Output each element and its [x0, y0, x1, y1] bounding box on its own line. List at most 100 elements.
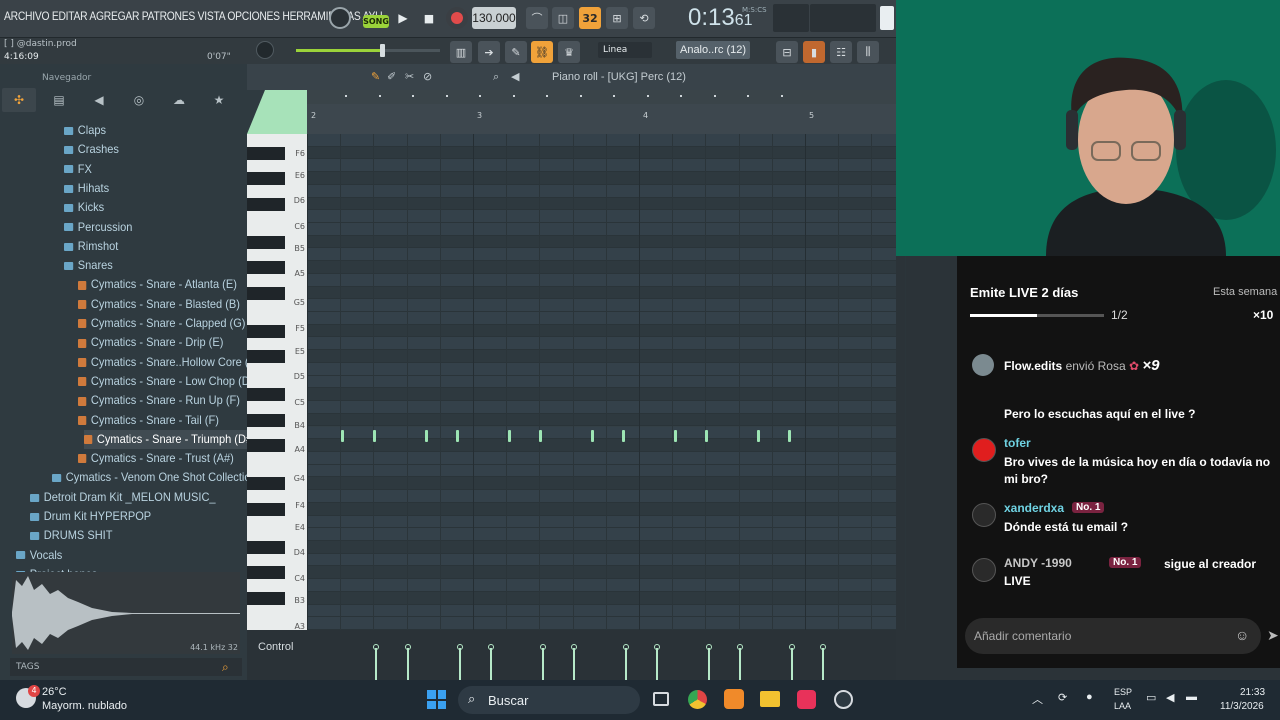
velocity-bar[interactable]	[656, 648, 658, 680]
black-key[interactable]	[247, 591, 285, 605]
midi-note[interactable]	[456, 430, 459, 442]
velocity-bar[interactable]	[490, 648, 492, 680]
master-volume-knob[interactable]	[256, 41, 274, 59]
windows-start-icon[interactable]	[427, 690, 446, 709]
midi-note[interactable]	[425, 430, 428, 442]
midi-note[interactable]	[674, 430, 677, 442]
black-key[interactable]	[247, 197, 285, 211]
browser-folder[interactable]: Drum Kit HYPERPOP	[30, 507, 151, 526]
metronome-icon[interactable]: ⌒	[526, 7, 548, 29]
browser-folder[interactable]: Kicks	[64, 198, 104, 217]
browser-sample[interactable]: Cymatics - Snare - Trust (A#)	[78, 449, 234, 468]
browser-folder[interactable]: Hihats	[64, 179, 109, 198]
volume-icon[interactable]: ◀	[1166, 691, 1174, 704]
black-key[interactable]	[247, 146, 285, 160]
velocity-bar[interactable]	[542, 648, 544, 680]
network-icon[interactable]: ▭	[1146, 691, 1156, 704]
black-key[interactable]	[247, 286, 285, 300]
sounds-tab-icon[interactable]: ◎	[122, 88, 156, 112]
velocity-handle[interactable]	[820, 644, 826, 650]
project-tab-icon[interactable]: ▤	[42, 88, 76, 112]
velocity-handle[interactable]	[623, 644, 629, 650]
paint-tool-icon[interactable]: ✐	[387, 70, 396, 83]
battery-icon[interactable]: ▬	[1186, 691, 1197, 703]
clock-time[interactable]: 21:33	[1240, 687, 1265, 698]
chat-avatar[interactable]	[972, 503, 996, 527]
velocity-handle[interactable]	[405, 644, 411, 650]
stop-button[interactable]: ■	[420, 8, 438, 28]
fl-studio-icon[interactable]	[724, 689, 744, 709]
browser-folder[interactable]: Cymatics - Venom One Shot Collection	[52, 468, 257, 487]
browser-sample[interactable]: Cymatics - Snare..Hollow Core (F#)	[78, 353, 265, 372]
browser-sample[interactable]: Cymatics - Snare - Blasted (B)	[78, 295, 240, 314]
chrome-icon[interactable]	[688, 690, 707, 709]
midi-note[interactable]	[622, 430, 625, 442]
event-editor[interactable]	[247, 630, 896, 680]
obs-icon[interactable]	[834, 690, 853, 709]
black-key[interactable]	[247, 324, 285, 338]
velocity-handle[interactable]	[737, 644, 743, 650]
velocity-bar[interactable]	[459, 648, 461, 680]
chat-username[interactable]: xanderdxa	[1004, 501, 1064, 515]
midi-note[interactable]	[757, 430, 760, 442]
main-menu[interactable]: ARCHIVO EDITAR AGREGAR PATRONES VISTA OP…	[4, 9, 383, 23]
browser-sample[interactable]: Cymatics - Snare - Low Chop (D)	[78, 372, 253, 391]
stamp-mode-select[interactable]: Linea	[598, 42, 652, 58]
piano-roll-icon[interactable]: ▥	[450, 41, 472, 63]
black-key[interactable]	[247, 172, 285, 186]
draw-tool-icon[interactable]: ✎	[371, 70, 380, 83]
velocity-handle[interactable]	[488, 644, 494, 650]
arrow-icon[interactable]: ➔	[478, 41, 500, 63]
piano-keyboard[interactable]: F6 E6 D6 C6 B5 A5 G5 F5 E5 D5 C5 B4 A4 G4 F4 E4 D4 C4 B3 A3	[247, 134, 307, 631]
mute-tool-icon[interactable]: ⊘	[423, 70, 432, 83]
velocity-bar[interactable]	[573, 648, 575, 680]
velocity-handle[interactable]	[540, 644, 546, 650]
browser-sample[interactable]: Cymatics - Snare - Run Up (F)	[78, 391, 240, 410]
song-mode-toggle[interactable]: SONG	[363, 15, 389, 28]
sample-waveform-preview[interactable]: 44.1 kHz 32	[12, 572, 240, 654]
scroll-corner-tab[interactable]	[247, 90, 307, 134]
velocity-bar[interactable]	[822, 648, 824, 680]
browser-folder[interactable]: Rimshot	[64, 237, 118, 256]
delete-tool-icon[interactable]: ✂	[405, 70, 414, 83]
black-key[interactable]	[247, 477, 285, 491]
velocity-bar[interactable]	[625, 648, 627, 680]
tags-bar[interactable]: TAGS	[10, 658, 242, 676]
black-key[interactable]	[247, 388, 285, 402]
pencil-icon[interactable]: ✎	[505, 41, 527, 63]
favorites-tab-icon[interactable]: ★	[202, 88, 236, 112]
browser-sample[interactable]: Cymatics - Snare - Clapped (G)	[78, 314, 245, 333]
chat-username[interactable]: tofer	[1004, 436, 1031, 450]
browser-sample[interactable]: Cymatics - Snare - Atlanta (E)	[78, 275, 237, 294]
send-icon[interactable]: ➤	[1267, 627, 1279, 644]
link-icon[interactable]: ⛓	[531, 41, 553, 63]
gift-user-avatar[interactable]	[972, 354, 994, 376]
black-key[interactable]	[247, 413, 285, 427]
velocity-bar[interactable]	[739, 648, 741, 680]
channel-rack-icon[interactable]: ☷	[830, 41, 852, 63]
master-volume-slider[interactable]	[296, 44, 440, 57]
all-tab-icon[interactable]: ✣	[2, 88, 36, 112]
velocity-handle[interactable]	[654, 644, 660, 650]
master-volume-handle[interactable]	[379, 44, 385, 57]
velocity-handle[interactable]	[457, 644, 463, 650]
browser-folder[interactable]: Detroit Dram Kit _MELON MUSIC_	[30, 488, 216, 507]
velocity-handle[interactable]	[373, 644, 379, 650]
browser-folder[interactable]: Crashes	[64, 140, 119, 159]
weather-desc[interactable]: Mayorm. nublado	[42, 700, 127, 712]
search-box[interactable]: ⌕ Buscar	[458, 686, 640, 714]
midi-note[interactable]	[341, 430, 344, 442]
velocity-bar[interactable]	[407, 648, 409, 680]
play-button[interactable]: ▶	[394, 8, 412, 28]
search-icon[interactable]: ⌕	[222, 660, 238, 676]
channel-selector[interactable]: Analo..rc (12)	[676, 41, 750, 59]
black-key[interactable]	[247, 350, 285, 364]
browser-folder[interactable]: Claps	[64, 121, 106, 140]
midi-note[interactable]	[788, 430, 791, 442]
snap-value-button[interactable]: 32	[579, 7, 601, 29]
black-key[interactable]	[247, 235, 285, 249]
browser-sample[interactable]: Cymatics - Snare - Tail (F)	[78, 411, 219, 430]
playlist-icon[interactable]: ⫼	[857, 41, 879, 63]
velocity-handle[interactable]	[789, 644, 795, 650]
microphone-icon[interactable]: ●	[1086, 691, 1093, 703]
